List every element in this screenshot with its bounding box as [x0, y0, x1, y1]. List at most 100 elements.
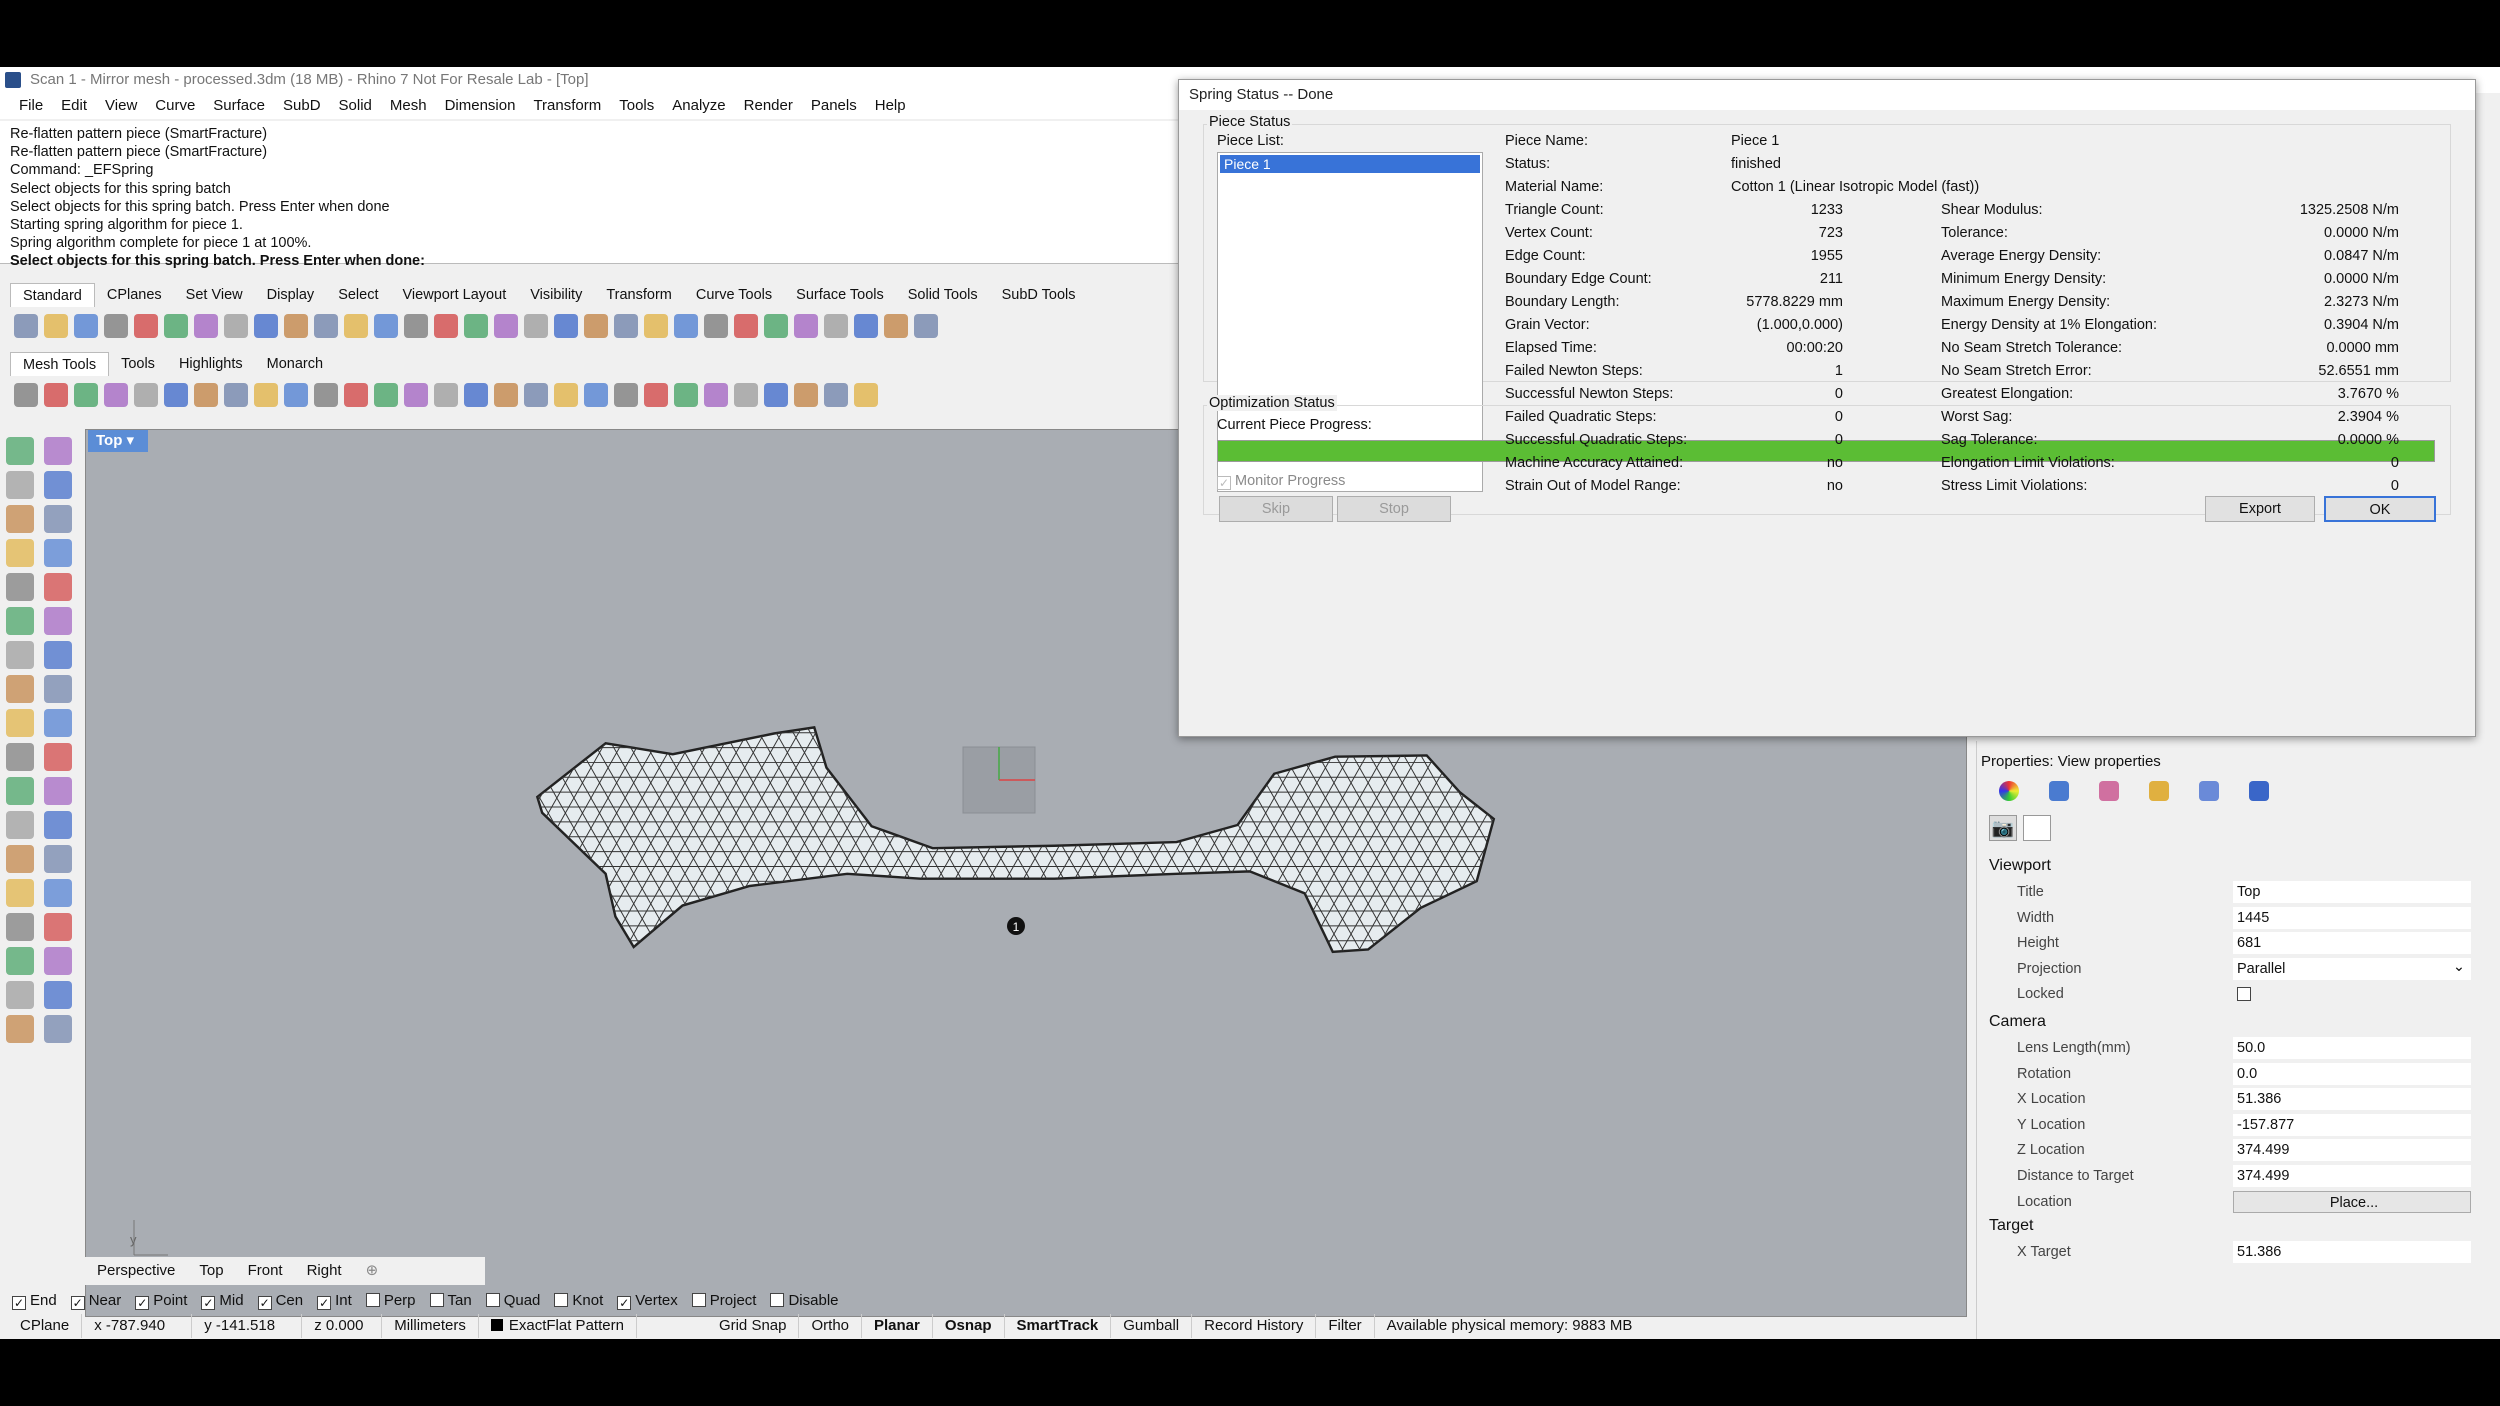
mesh-check-icon[interactable]: [74, 383, 98, 407]
property-value[interactable]: 1445: [2233, 906, 2471, 929]
osnap-perp[interactable]: Perp: [365, 1289, 416, 1313]
units-status[interactable]: Millimeters: [382, 1314, 479, 1338]
tab-solid-tools[interactable]: Solid Tools: [896, 283, 990, 307]
osnap-disable[interactable]: Disable: [770, 1289, 839, 1313]
locked-checkbox[interactable]: [2237, 987, 2251, 1002]
osnap-vertex[interactable]: ✓ Vertex: [617, 1289, 678, 1313]
text-a-icon[interactable]: [704, 383, 728, 407]
left-tool-icon[interactable]: [44, 1015, 72, 1043]
record-history-toggle[interactable]: Record History: [1192, 1314, 1317, 1338]
place-button[interactable]: Place...: [2233, 1190, 2471, 1213]
property-value[interactable]: 374.499: [2233, 1139, 2471, 1162]
grid-icon[interactable]: [494, 314, 518, 338]
lock-icon[interactable]: [644, 314, 668, 338]
move-icon[interactable]: [314, 314, 338, 338]
rotate-view-icon[interactable]: [464, 314, 488, 338]
camera-icon[interactable]: 📷: [1989, 815, 2017, 841]
property-value[interactable]: 50.0: [2233, 1037, 2471, 1059]
left-tool-icon[interactable]: [6, 743, 34, 771]
checkbox-icon[interactable]: ✓: [317, 1296, 332, 1310]
tab-mesh-tools[interactable]: Mesh Tools: [10, 352, 110, 376]
left-tool-icon[interactable]: [44, 947, 72, 975]
material-icon[interactable]: [794, 314, 818, 338]
tab-tools[interactable]: Tools: [109, 352, 167, 376]
export-button[interactable]: Export: [2205, 496, 2315, 522]
tab-viewport-layout[interactable]: Viewport Layout: [391, 283, 519, 307]
mesh-reduce-icon[interactable]: [134, 383, 158, 407]
left-tool-icon[interactable]: [44, 539, 72, 567]
cplane-icon[interactable]: [554, 314, 578, 338]
menu-dimension[interactable]: Dimension: [436, 93, 525, 119]
osnap-mid[interactable]: ✓ Mid: [201, 1289, 244, 1313]
mesh-join-icon[interactable]: [254, 383, 278, 407]
mesh-weld-icon[interactable]: [194, 383, 218, 407]
left-tool-icon[interactable]: [6, 1015, 34, 1043]
checkbox-icon[interactable]: [691, 1293, 706, 1307]
left-tool-icon[interactable]: [6, 675, 34, 703]
brush-icon[interactable]: [824, 383, 848, 407]
tab-highlights[interactable]: Highlights: [167, 352, 255, 376]
eraser-icon[interactable]: [614, 383, 638, 407]
text-a2-icon[interactable]: [734, 383, 758, 407]
save-icon[interactable]: [74, 314, 98, 338]
folder-icon[interactable]: [2149, 781, 2169, 801]
open-icon[interactable]: [44, 314, 68, 338]
menu-mesh[interactable]: Mesh: [381, 93, 436, 119]
tab-set-view[interactable]: Set View: [174, 283, 255, 307]
import-icon[interactable]: [134, 314, 158, 338]
skip-button[interactable]: Skip: [1219, 496, 1333, 522]
tab-select[interactable]: Select: [326, 283, 390, 307]
blob4-icon[interactable]: [434, 383, 458, 407]
cplane-status[interactable]: CPlane: [8, 1314, 83, 1338]
left-tool-icon[interactable]: [44, 913, 72, 941]
checkbox-icon[interactable]: [554, 1293, 569, 1307]
menu-file[interactable]: File: [10, 93, 52, 119]
pencil-icon[interactable]: [584, 383, 608, 407]
sphere-tool-icon[interactable]: [314, 383, 338, 407]
osnap-quad[interactable]: Quad: [485, 1289, 540, 1313]
left-tool-icon[interactable]: [44, 471, 72, 499]
checkbox-icon[interactable]: ✓: [617, 1296, 632, 1310]
left-tool-icon[interactable]: [44, 709, 72, 737]
view-tab-front[interactable]: Front: [236, 1257, 295, 1285]
layer-icon[interactable]: [524, 314, 548, 338]
osnap-end[interactable]: ✓ End: [12, 1289, 57, 1313]
pen-icon[interactable]: [2099, 781, 2119, 801]
stop-button[interactable]: Stop: [1337, 496, 1451, 522]
copy-icon[interactable]: [194, 314, 218, 338]
osnap-project[interactable]: Project: [691, 1289, 756, 1313]
checkbox-icon[interactable]: ✓: [135, 1296, 150, 1310]
osnap-cen[interactable]: ✓ Cen: [257, 1289, 303, 1313]
add-view-icon[interactable]: ⊕: [354, 1257, 391, 1285]
left-tool-icon[interactable]: [6, 845, 34, 873]
image-icon[interactable]: [2199, 781, 2219, 801]
zoom-selected-icon[interactable]: [434, 314, 458, 338]
binoculars-icon[interactable]: [494, 383, 518, 407]
left-tool-icon[interactable]: [6, 539, 34, 567]
undo-icon[interactable]: [254, 314, 278, 338]
paste-icon[interactable]: [224, 314, 248, 338]
property-value[interactable]: 0.0: [2233, 1062, 2471, 1085]
layer-status[interactable]: ExactFlat Pattern: [479, 1314, 637, 1338]
left-tool-icon[interactable]: [6, 709, 34, 737]
osnap-toggle[interactable]: Osnap: [933, 1314, 1005, 1338]
pan-icon[interactable]: [284, 314, 308, 338]
left-tool-icon[interactable]: [44, 981, 72, 1009]
left-tool-icon[interactable]: [6, 879, 34, 907]
shell-icon[interactable]: [554, 383, 578, 407]
mesh-trim-icon[interactable]: [284, 383, 308, 407]
zoom-window-icon[interactable]: [374, 314, 398, 338]
view-tab-perspective[interactable]: Perspective: [85, 1257, 187, 1285]
menu-analyze[interactable]: Analyze: [663, 93, 734, 119]
left-tool-icon[interactable]: [6, 505, 34, 533]
left-tool-icon[interactable]: [44, 879, 72, 907]
menu-transform[interactable]: Transform: [524, 93, 610, 119]
tab-monarch[interactable]: Monarch: [255, 352, 335, 376]
left-tool-icon[interactable]: [44, 811, 72, 839]
blob-icon[interactable]: [344, 383, 368, 407]
options-icon[interactable]: [884, 314, 908, 338]
checkbox-icon[interactable]: ✓: [257, 1296, 272, 1310]
property-value[interactable]: Parallel ⌄: [2233, 957, 2471, 980]
ok-button[interactable]: OK: [2324, 496, 2436, 522]
gear-icon[interactable]: [854, 314, 878, 338]
